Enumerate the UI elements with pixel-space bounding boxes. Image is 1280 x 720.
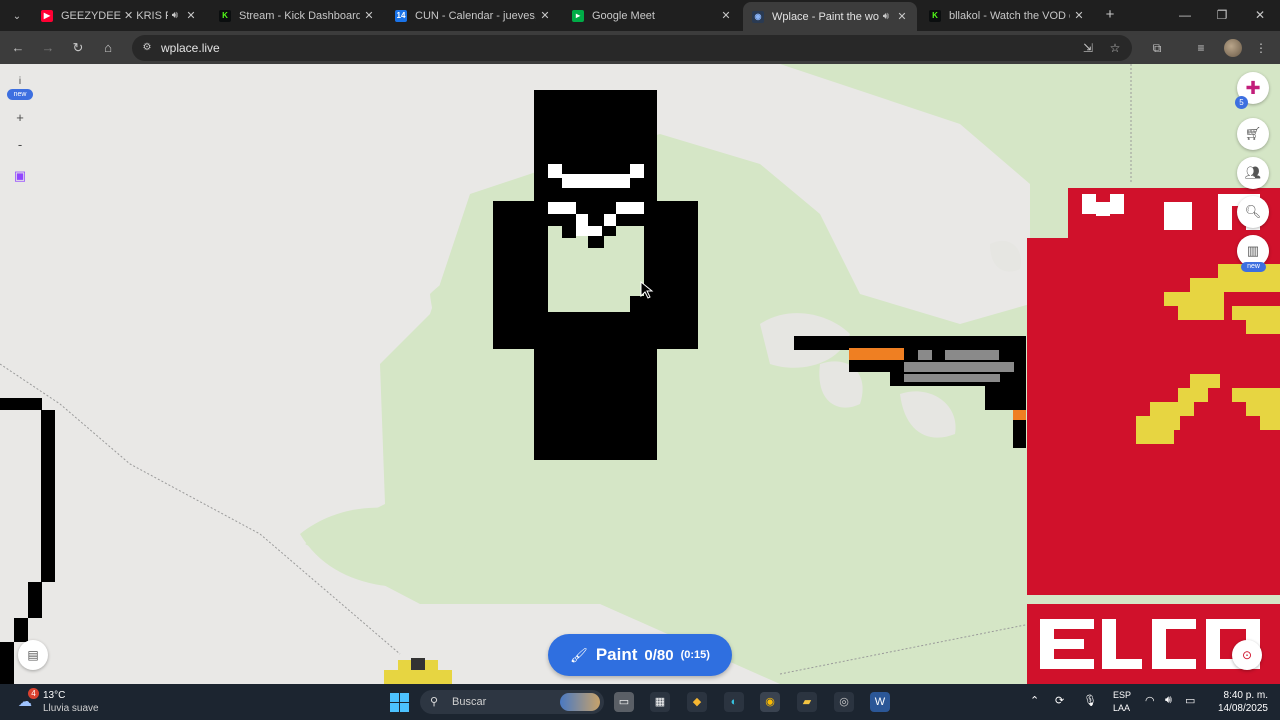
file-explorer-icon[interactable]: ▰: [797, 692, 817, 712]
paint-label: Paint: [595, 645, 638, 664]
new-badge: new: [7, 89, 33, 100]
speaker-icon[interactable]: 🔊︎: [172, 10, 178, 21]
map-layers-icon[interactable]: ▤: [18, 640, 48, 670]
speaker-icon[interactable]: 🔊︎: [883, 11, 889, 22]
extensions-icon[interactable]: ⧉: [1148, 39, 1166, 57]
tab-title: Stream - Kick Dashboard: [239, 9, 360, 22]
chrome-icon[interactable]: ◉: [760, 692, 780, 712]
tab-wplace[interactable]: ◉ Wplace - Paint the wor 🔊︎ ✕: [743, 2, 917, 31]
browser-toolbar: ← → ↻ ⌂ ⚙︎ wplace.live ⇲ ☆ ⧉ ≡ ⋮: [0, 31, 1280, 64]
meet-icon: ▸: [572, 9, 584, 22]
menu-icon[interactable]: ⋮: [1252, 39, 1270, 57]
close-tab-icon[interactable]: ✕: [717, 9, 735, 22]
input-language[interactable]: ESP: [1113, 690, 1131, 700]
taskbar-time[interactable]: 8:40 p. m.: [1212, 690, 1268, 701]
weather-temperature[interactable]: 13°C: [43, 690, 65, 701]
search-icon: ⚲: [430, 696, 439, 708]
tab-search-button[interactable]: ⌄: [8, 7, 26, 25]
calendar-icon: 14: [395, 9, 407, 22]
close-tab-icon[interactable]: ✕: [536, 9, 554, 22]
paint-button[interactable]: 🖌︎ Paint 0/80 (0:15): [548, 634, 732, 676]
store-icon[interactable]: ▦: [650, 692, 670, 712]
tab-kick-dashboard[interactable]: K Stream - Kick Dashboard ✕: [210, 2, 384, 29]
maximize-icon[interactable]: ❐: [1207, 4, 1237, 26]
location-pin-icon[interactable]: ⊙: [1232, 640, 1262, 670]
youtube-icon: ▶: [41, 9, 53, 22]
windows-taskbar: ☁︎ 4 13°C Lluvia suave ⚲ Buscar ▭ ▦ ◆ ◐ …: [0, 684, 1280, 720]
media-control-icon[interactable]: ≡: [1192, 39, 1210, 57]
taskbar-search[interactable]: ⚲ Buscar: [420, 690, 604, 714]
weather-description[interactable]: Lluvia suave: [43, 703, 99, 714]
copilot-icon[interactable]: ◆: [687, 692, 707, 712]
brush-icon: 🖌︎: [570, 646, 588, 663]
reload-button[interactable]: ↻: [67, 37, 89, 59]
tab-title: bllakol - Watch the VOD o: [949, 9, 1070, 22]
info-icon[interactable]: i: [7, 76, 33, 87]
start-button[interactable]: [390, 693, 409, 712]
forward-button[interactable]: →: [37, 37, 59, 59]
notification-count: 5: [1235, 96, 1248, 109]
obs-icon[interactable]: ◎: [834, 692, 854, 712]
world-map[interactable]: [0, 64, 1280, 684]
tab-youtube[interactable]: ▶ GEEZYDEE ✕ KRIS R 🔊︎ ✕: [32, 2, 206, 29]
tab-strip: ⌄ ▶ GEEZYDEE ✕ KRIS R 🔊︎ ✕ K Stream - Ki…: [0, 0, 1280, 31]
search-placeholder: Buscar: [452, 696, 487, 708]
tray-overflow-icon[interactable]: ⌃: [1030, 694, 1039, 707]
search-map-icon[interactable]: 🔍︎: [1237, 196, 1269, 228]
taskbar-date[interactable]: 14/08/2025: [1205, 703, 1268, 714]
users-icon[interactable]: 👥︎: [1237, 157, 1269, 189]
tab-google-meet[interactable]: ▸ Google Meet ✕: [563, 2, 741, 29]
task-view-icon[interactable]: ▭: [614, 692, 634, 712]
kick-icon: K: [219, 9, 231, 22]
globe-icon: ◉: [752, 10, 764, 23]
twitch-icon[interactable]: ▣: [7, 168, 33, 184]
paint-timer: (0:15): [680, 649, 710, 661]
address-bar[interactable]: ⚙︎ wplace.live ⇲ ☆: [132, 35, 1132, 61]
volume-icon[interactable]: 🔊︎: [1165, 694, 1172, 707]
shop-cart-icon[interactable]: 🛒︎: [1237, 118, 1269, 150]
zoom-out-button[interactable]: -: [7, 137, 33, 152]
site-info-icon[interactable]: ⚙︎: [140, 41, 154, 55]
back-button[interactable]: ←: [7, 37, 29, 59]
close-tab-icon[interactable]: ✕: [182, 9, 200, 22]
zoom-in-button[interactable]: +: [7, 110, 33, 125]
tab-calendar[interactable]: 14 CUN - Calendar - jueves, 1 ✕: [386, 2, 560, 29]
profile-avatar[interactable]: [1224, 39, 1242, 57]
close-tab-icon[interactable]: ✕: [1070, 9, 1088, 22]
close-tab-icon[interactable]: ✕: [360, 9, 378, 22]
close-tab-icon[interactable]: ✕: [893, 10, 911, 23]
search-highlight-image: [560, 693, 600, 711]
install-app-icon[interactable]: ⇲: [1080, 41, 1096, 55]
wplace-canvas[interactable]: i new + - ▣ ✚ 5 🛒︎ 👥︎ 🔍︎ ▥ new ▤ ⊙ 🖌︎ Pa…: [0, 64, 1280, 684]
bookmark-star-icon[interactable]: ☆: [1107, 41, 1123, 55]
tab-title: Wplace - Paint the wor: [772, 10, 879, 23]
border-line: [0, 363, 401, 655]
tab-title: GEEZYDEE ✕ KRIS R: [61, 10, 168, 22]
microphone-icon[interactable]: 🎙︎: [1083, 694, 1097, 707]
battery-icon[interactable]: ▭: [1185, 694, 1195, 707]
tab-title: Google Meet: [592, 9, 655, 22]
keyboard-layout[interactable]: LAA: [1113, 703, 1130, 713]
minimize-icon[interactable]: —: [1170, 4, 1200, 26]
new-badge: new: [1241, 262, 1266, 272]
url-text[interactable]: wplace.live: [161, 41, 220, 55]
close-window-icon[interactable]: ✕: [1245, 4, 1275, 26]
home-button[interactable]: ⌂: [97, 37, 119, 59]
pixel-art-yellow: [384, 658, 452, 684]
land-patch: [990, 240, 1021, 272]
kick-icon: K: [929, 9, 941, 22]
wifi-icon[interactable]: ◠: [1145, 694, 1155, 707]
new-tab-button[interactable]: +: [1100, 5, 1120, 25]
paint-charges: 0/80: [644, 646, 674, 664]
weather-alert-badge: 4: [28, 688, 39, 699]
sync-icon[interactable]: ⟳: [1055, 694, 1064, 707]
tab-title: CUN - Calendar - jueves, 1: [415, 9, 536, 22]
tab-kick-vod[interactable]: K bllakol - Watch the VOD o ✕: [920, 2, 1094, 29]
edge-icon[interactable]: ◐: [724, 692, 744, 712]
word-icon[interactable]: W: [870, 692, 890, 712]
